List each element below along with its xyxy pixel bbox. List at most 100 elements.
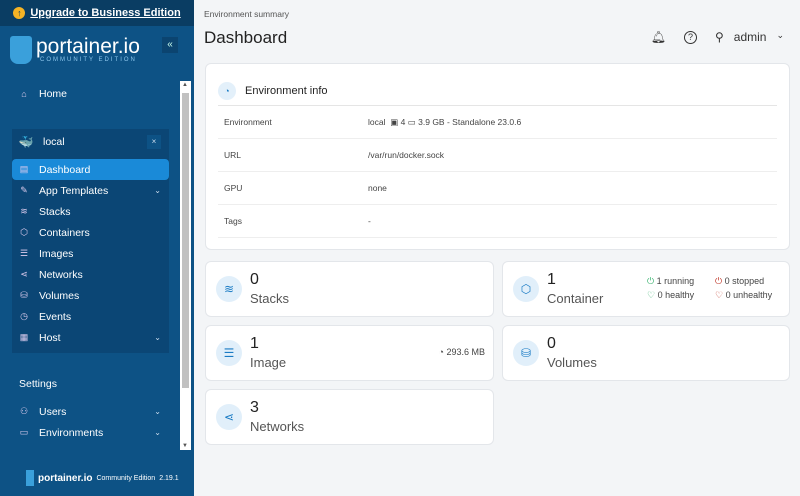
sidebar-item-host[interactable]: ▦ Host ⌄: [12, 327, 169, 348]
chevron-down-icon: ⌄: [776, 30, 784, 40]
upgrade-banner[interactable]: ↑ Upgrade to Business Edition: [0, 0, 194, 26]
footer-version: 2.19.1: [159, 474, 179, 482]
stat-label: Volumes: [547, 355, 597, 370]
users-icon: ⚇: [19, 406, 29, 416]
label: Users: [39, 405, 67, 418]
cpu-icon: ▣: [390, 116, 399, 127]
info-row-url: URL/var/run/docker.sock: [218, 139, 777, 172]
label: Networks: [39, 268, 83, 281]
chevron-down-icon: ⌄: [154, 428, 161, 437]
environment-info-card: ◔ Environment info Environment local ▣ 4 ▭…: [205, 63, 790, 250]
environment-name: local: [43, 135, 65, 148]
sidebar-scrollbar[interactable]: ▲ ▼: [180, 81, 191, 450]
sidebar-item-images[interactable]: ☰ Images: [12, 243, 169, 264]
pie-chart-icon: ◔: [438, 347, 444, 357]
label: App Templates: [39, 184, 109, 197]
stacks-card[interactable]: ≋ 0 Stacks: [205, 261, 494, 317]
home-icon: ⌂: [21, 88, 27, 99]
sidebar-item-stacks[interactable]: ≋ Stacks: [12, 201, 169, 222]
sidebar-item-app-templates[interactable]: ✎ App Templates ⌄: [12, 180, 169, 201]
close-environment-button[interactable]: ×: [147, 134, 161, 149]
memory-value: 3.9 GB: [418, 117, 445, 127]
box-icon: ⬡: [20, 227, 28, 237]
stat-label: Networks: [250, 419, 305, 434]
sidebar-item-users[interactable]: ⚇ Users ⌄: [12, 401, 169, 422]
box-icon: ⬡: [513, 276, 539, 302]
history-icon: ◷: [20, 311, 28, 321]
environment-header: 🐳 local ×: [12, 131, 169, 152]
gauge-icon: ◔: [218, 81, 236, 100]
upgrade-link[interactable]: Upgrade to Business Edition: [30, 7, 180, 19]
chevron-down-icon: ⌄: [154, 333, 161, 342]
images-size: 293.6 MB: [446, 347, 485, 357]
row-value: -: [368, 216, 371, 226]
settings-heading: Settings: [19, 378, 57, 390]
upgrade-icon: ↑: [13, 7, 26, 19]
scrollbar-thumb[interactable]: [182, 93, 189, 388]
healthy-count: 0 healthy: [657, 290, 695, 300]
portainer-logo[interactable]: portainer.io COMMUNITY EDITION: [10, 36, 140, 64]
list-icon: ☰: [19, 248, 29, 258]
power-icon: ⏻: [647, 276, 655, 286]
containers-card[interactable]: ⬡ 1 Container ⏻ 1 running ⏻ 0 stopped ♡ 0 …: [502, 261, 790, 317]
sidebar-item-dashboard[interactable]: ▤ Dashboard: [12, 159, 169, 180]
footer-edition: Community Edition: [96, 474, 156, 482]
username: admin: [733, 30, 767, 44]
label: Environments: [39, 426, 104, 439]
sidebar-item-volumes[interactable]: ⛁ Volumes: [12, 285, 169, 306]
logo-icon: [10, 36, 32, 64]
stopped-count: 0 stopped: [724, 276, 765, 286]
memory-icon: ▭: [407, 116, 416, 127]
volumes-card[interactable]: ⛁ 0 Volumes: [502, 325, 790, 381]
row-key: GPU: [224, 183, 243, 193]
row-key: URL: [224, 150, 242, 160]
power-off-icon: ⏻: [715, 276, 723, 286]
heart-icon: ♡: [715, 290, 724, 300]
label: Events: [39, 310, 72, 323]
sidebar: ↑ Upgrade to Business Edition portainer.i…: [0, 0, 194, 496]
server-icon: ▦: [19, 332, 29, 342]
collapse-sidebar-button[interactable]: «: [162, 37, 178, 53]
stat-count: 1: [250, 335, 259, 352]
unhealthy-count: 0 unhealthy: [725, 290, 773, 300]
info-row-gpu: GPU none: [218, 172, 777, 205]
user-icon: ⚲: [714, 30, 724, 44]
layers-icon: ≋: [20, 206, 28, 216]
row-value: /var/run/docker.sock: [368, 150, 445, 160]
row-value: local: [368, 117, 386, 127]
logo-subtitle: COMMUNITY EDITION: [40, 57, 137, 63]
heart-icon: ♡: [647, 290, 656, 300]
footer-brand: portainer.io: [38, 472, 93, 484]
sidebar-footer: portainer.io Community Edition 2.19.1: [26, 470, 179, 486]
share-icon: ⋖: [216, 404, 242, 430]
docker-icon: 🐳: [18, 134, 34, 149]
sidebar-item-containers[interactable]: ⬡ Containers: [12, 222, 169, 243]
card-title: Environment info: [245, 84, 328, 97]
database-icon: ⛁: [513, 340, 539, 366]
stat-label: Container: [547, 291, 604, 306]
dashboard-icon: ▤: [19, 164, 29, 174]
row-value: none: [368, 183, 387, 193]
label: Host: [39, 331, 61, 344]
sidebar-item-events[interactable]: ◷ Events: [12, 306, 169, 327]
sidebar-item-home[interactable]: ⌂ Home: [12, 83, 169, 104]
stat-count: 3: [250, 399, 259, 416]
networks-card[interactable]: ⋖ 3 Networks: [205, 389, 494, 445]
info-row-tags: Tags -: [218, 205, 777, 238]
user-menu[interactable]: ⚲ admin ⌄: [715, 30, 784, 44]
main-content: Environment summary Dashboard 🔔︎? ⚲ admin ⌄…: [194, 0, 800, 496]
bell-icon[interactable]: 🔔︎: [651, 30, 666, 44]
label: Stacks: [39, 205, 71, 218]
label: Containers: [39, 226, 90, 239]
chevron-down-icon: ⌄: [154, 407, 161, 416]
sidebar-item-networks[interactable]: ⋖ Networks: [12, 264, 169, 285]
sidebar-item-environments[interactable]: ▭ Environments ⌄: [12, 422, 169, 443]
label: Volumes: [39, 289, 80, 302]
stat-count: 0: [547, 335, 556, 352]
images-card[interactable]: ☰ 1 Image ◔ 293.6 MB: [205, 325, 494, 381]
page-title: Dashboard: [204, 28, 288, 47]
share-icon: ⋖: [20, 269, 28, 279]
chevron-down-icon: ⌄: [154, 186, 161, 195]
layers-icon: ≋: [216, 276, 242, 302]
help-icon[interactable]: ?: [683, 30, 697, 44]
